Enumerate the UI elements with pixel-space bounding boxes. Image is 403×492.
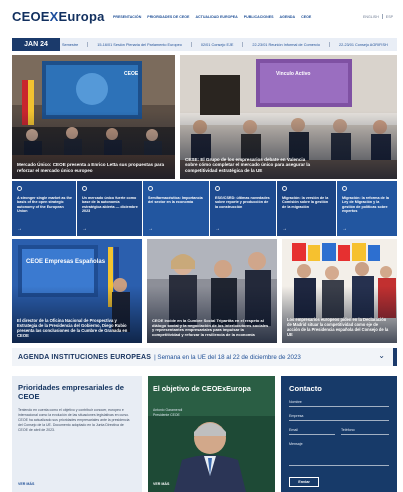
priorities-more-link[interactable]: VER MÁS: [18, 482, 34, 486]
tile-title: Un mercado único fuerte como base de la …: [82, 196, 138, 214]
news-card-4[interactable]: CEOE incide en la Cumbre Social Triparti…: [147, 239, 277, 343]
nav-item-presentacion[interactable]: PRESENTACIÓN: [113, 15, 141, 19]
hero-caption-1: Mercado Único: CEOE presenta a Enrico Le…: [17, 162, 165, 173]
agenda-ticker: JAN 24 Semestre 15-16/01 Sesión Plenaria…: [12, 38, 397, 51]
nav-item-agenda[interactable]: AGENDA: [280, 15, 296, 19]
priorities-box: Prioridades empresariales de CEOE Tenien…: [12, 376, 142, 492]
chevron-down-icon[interactable]: ⌄: [378, 351, 385, 360]
document-icon: [215, 186, 220, 191]
ticker-divider: [242, 42, 244, 47]
lang-divider: [381, 14, 383, 19]
agenda-week: | Semana en la UE del 18 al 22 de diciem…: [154, 353, 301, 361]
pub-tile-3[interactable]: Semifarmacéutica: Importancia del sector…: [143, 181, 210, 236]
ticker-date: JAN 24: [12, 38, 60, 51]
send-button[interactable]: Enviar: [289, 477, 319, 487]
ticker-divider: [87, 42, 89, 47]
contact-title: Contacto: [289, 384, 322, 393]
objective-box[interactable]: El objetivo de CEOExEuropa Antonio Garam…: [148, 376, 275, 492]
lang-english[interactable]: ENGLISH: [363, 15, 379, 19]
president-photo: [148, 376, 275, 492]
tile-title: A stronger single market as the basis of…: [17, 196, 72, 214]
screen-logo-text: CEOE: [124, 71, 139, 77]
lang-esp[interactable]: ESP: [386, 15, 393, 19]
arrow-right-icon: →: [342, 226, 347, 232]
objective-byline: Antonio Garamendi Presidente CEOE: [153, 408, 183, 417]
pub-tile-5[interactable]: Migración: la versión de la Comisión sob…: [277, 181, 337, 236]
tile-title: Migración: la versión de la Comisión sob…: [282, 196, 329, 209]
objective-title: El objetivo de CEOExEuropa: [153, 384, 251, 393]
main-nav: PRESENTACIÓN PRIORIDADES DE CEOE ACTUALI…: [113, 15, 311, 19]
pub-tile-4[interactable]: ESG/CSRD: últimas novedades sobre report…: [210, 181, 277, 236]
ticker-item[interactable]: 22-23/01 Consejo AGRIFISH: [339, 43, 388, 47]
priorities-title: Prioridades empresariales de CEOE: [18, 383, 124, 401]
document-icon: [82, 186, 87, 191]
logo-left: CEOE: [12, 9, 50, 24]
pub-tile-2[interactable]: Un mercado único fuerte como base de la …: [77, 181, 143, 236]
arrow-right-icon: →: [215, 226, 220, 232]
document-icon: [17, 186, 22, 191]
nav-item-prioridades[interactable]: PRIORIDADES DE CEOE: [147, 15, 189, 19]
document-icon: [148, 186, 153, 191]
screen-text: CEOE Empresas Españolas: [26, 259, 106, 265]
arrow-right-icon: →: [82, 226, 87, 232]
ticker-item[interactable]: 15-16/01 Sesión Plenaria del Parlamento …: [97, 43, 182, 47]
priorities-body: Teniendo en cuenta como el objetivo y co…: [18, 408, 130, 433]
ticker-item[interactable]: Semestre: [62, 43, 78, 47]
objective-more-link[interactable]: VER MÁS: [153, 482, 169, 486]
pub-tile-6[interactable]: Migración: la reforma de la Ley de Migra…: [337, 181, 397, 236]
document-icon: [342, 186, 347, 191]
agenda-label: AGENDA INSTITUCIONES EUROPEAS: [18, 353, 152, 361]
tile-title: ESG/CSRD: últimas novedades sobre report…: [215, 196, 270, 209]
ticker-divider: [328, 42, 330, 47]
phone-field[interactable]: Teléfono: [341, 426, 389, 435]
nav-item-actualidad[interactable]: ACTUALIDAD EUROPEA: [195, 15, 237, 19]
name-field[interactable]: Nombre: [289, 398, 389, 407]
tile-title: Semifarmacéutica: Importancia del sector…: [148, 196, 203, 205]
news-caption-4: CEOE incide en la Cumbre Social Triparti…: [152, 317, 269, 338]
language-switcher: ENGLISH ESP: [363, 14, 393, 19]
message-field[interactable]: Mensaje: [289, 440, 389, 466]
logo-right: Europa: [58, 9, 105, 24]
arrow-right-icon: →: [148, 226, 153, 232]
ticker-item[interactable]: 22-23/01 Reunión Informal de Comercio: [252, 43, 320, 47]
news-card-5[interactable]: Los empresarios europeos piden en la Dec…: [282, 239, 397, 343]
ceoe-europa-logo[interactable]: CEOEXEuropa: [12, 9, 105, 24]
nav-item-ceoe[interactable]: CEOE: [301, 15, 311, 19]
tile-title: Migración: la reforma de la Ley de Migra…: [342, 196, 389, 214]
hero-news-card-1[interactable]: CEOE Mercado Único: CEOE presenta a Enri…: [12, 55, 175, 179]
arrow-right-icon: →: [282, 226, 287, 232]
contact-form: Contacto Nombre Empresa Email Teléfono M…: [281, 376, 397, 492]
banner-text: Vinculo Activo: [276, 71, 310, 77]
document-icon: [282, 186, 287, 191]
nav-item-publicaciones[interactable]: PUBLICACIONES: [244, 15, 274, 19]
ticker-item[interactable]: 02/01 Consejo EJE: [201, 43, 234, 47]
news-caption-5: Los empresarios europeos piden en la Dec…: [287, 317, 389, 338]
site-header: CEOEXEuropa PRESENTACIÓN PRIORIDADES DE …: [0, 0, 403, 34]
news-card-3[interactable]: CEOE Empresas Españolas El director de l…: [12, 239, 142, 343]
agenda-accent: [393, 348, 397, 366]
arrow-right-icon: →: [17, 226, 22, 232]
hero-news-card-2[interactable]: Vinculo Activo CESE: El Grupo de los emp…: [180, 55, 397, 179]
ticker-divider: [190, 42, 192, 47]
hero-caption-2: CESE: El Grupo de los empresarios debate…: [185, 156, 311, 173]
pub-tile-1[interactable]: A stronger single market as the basis of…: [12, 181, 77, 236]
company-field[interactable]: Empresa: [289, 412, 389, 421]
logo-x: X: [49, 9, 59, 24]
agenda-bar[interactable]: AGENDA INSTITUCIONES EUROPEAS | Semana e…: [12, 348, 397, 366]
news-caption-3: El director de la Oficina Nacional de Pr…: [17, 317, 128, 338]
email-field[interactable]: Email: [289, 426, 335, 435]
ticker-items: Semestre 15-16/01 Sesión Plenaria del Pa…: [62, 38, 388, 51]
